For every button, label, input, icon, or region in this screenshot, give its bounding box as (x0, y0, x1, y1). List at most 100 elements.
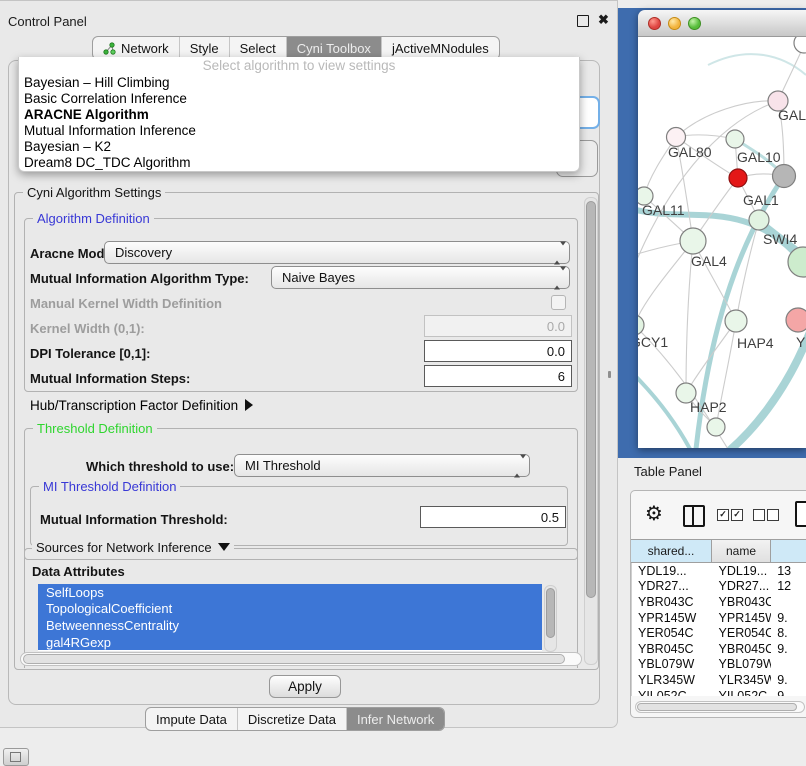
deselect-all-icon[interactable] (767, 509, 779, 521)
table-row[interactable]: YER054CYER054C8. (632, 625, 806, 641)
float-window-icon[interactable] (577, 15, 589, 27)
node-salmon[interactable] (786, 308, 806, 332)
tab-jactivemnodules[interactable]: jActiveMNodules (381, 37, 499, 59)
dpi-tolerance-label: DPI Tolerance [0,1]: (30, 346, 150, 361)
table-cell: YDR27... (713, 579, 772, 593)
close-traffic-light-icon[interactable] (648, 17, 661, 30)
mi-type-combo[interactable]: Naive Bayes (271, 266, 570, 289)
combo-spinner-icon (554, 245, 561, 260)
tab-style[interactable]: Style (179, 37, 229, 59)
node-gcy1[interactable] (638, 315, 644, 335)
manual-kernel-checkbox[interactable] (551, 295, 566, 310)
node-hap4[interactable] (725, 310, 747, 332)
column-header-shared-name[interactable]: shared... (631, 540, 712, 562)
zoom-traffic-light-icon[interactable] (688, 17, 701, 30)
settings-hscrollbar-thumb[interactable] (23, 654, 565, 664)
show-columns-icon[interactable] (683, 505, 705, 527)
tab-infer-network[interactable]: Infer Network (346, 708, 444, 730)
splitter-handle[interactable] (608, 371, 611, 378)
attributes-scrollbar-thumb[interactable] (546, 588, 555, 638)
node-gal4[interactable] (680, 228, 706, 254)
table-mode-gear-icon[interactable]: ⚙ (645, 501, 663, 525)
settings-scrollbar-thumb[interactable] (586, 201, 596, 598)
table-hscrollbar-thumb[interactable] (637, 703, 797, 711)
table-cell: YBR043C (632, 595, 713, 609)
aracne-mode-combo[interactable]: Discovery (104, 241, 570, 264)
mi-threshold-field[interactable]: 0.5 (420, 506, 566, 528)
threshold-definition-title: Threshold Definition (33, 421, 157, 436)
hub-definition-toggle[interactable]: Hub/Transcription Factor Definition (30, 398, 253, 413)
sources-group-title[interactable]: Sources for Network Inference (32, 540, 234, 555)
table-cell: 9. (771, 642, 806, 656)
column-header-name[interactable]: name (712, 540, 771, 562)
attribute-item-selected[interactable]: gal4RGexp (38, 634, 542, 651)
dropdown-item[interactable]: Basic Correlation Inference (19, 91, 579, 107)
table-row[interactable]: YBL079WYBL079W (632, 657, 806, 673)
node-gal4-label: GAL4 (691, 253, 727, 269)
table-cell: YBR043C (713, 595, 772, 609)
tab-select[interactable]: Select (229, 37, 286, 59)
node-gcy1-label: GCY1 (638, 334, 668, 350)
attributes-scrollbar[interactable] (544, 585, 557, 652)
dropdown-item[interactable]: Bayesian – K2 (19, 139, 579, 155)
panel-icon (10, 752, 21, 762)
mi-steps-field[interactable]: 6 (424, 365, 572, 387)
table-row[interactable]: YIL052CYIL052C9 (632, 688, 806, 696)
node-gal10[interactable] (726, 130, 744, 148)
settings-scrollbar[interactable] (584, 197, 598, 665)
dropdown-item[interactable]: Dream8 DC_TDC Algorithm (19, 155, 579, 171)
settings-hscrollbar[interactable] (20, 652, 582, 666)
tab-network-label: Network (121, 41, 169, 56)
column-header-partial[interactable] (771, 540, 806, 562)
table-cell: YDR27... (632, 579, 713, 593)
network-view-window: GALGAL80GAL10GAL1GAL11SWI4GAL4GCY1HAP4YH… (638, 10, 806, 448)
table-cell: YIL052C (632, 689, 713, 696)
minimized-panel-button[interactable] (3, 748, 29, 766)
tab-network[interactable]: Network (93, 37, 179, 59)
table-row[interactable]: YBR043CYBR043C (632, 594, 806, 610)
new-table-icon[interactable] (795, 501, 806, 527)
dropdown-placeholder: Select algorithm to view settings (19, 57, 579, 75)
table-row[interactable]: YPR145WYPR145W9. (632, 610, 806, 626)
table-row[interactable]: YBR045CYBR045C9. (632, 641, 806, 657)
which-threshold-combo[interactable]: MI Threshold (234, 454, 530, 477)
kernel-width-field[interactable]: 0.0 (424, 315, 572, 337)
node-gal11-label: GAL11 (642, 202, 685, 218)
attribute-item-selected[interactable]: TopologicalCoefficient (38, 601, 542, 618)
node-bottom-partial[interactable] (707, 418, 725, 436)
table-row[interactable]: YDR27...YDR27...12 (632, 579, 806, 595)
node-gal1-label: GAL1 (743, 192, 779, 208)
dpi-tolerance-field[interactable]: 0.0 (424, 340, 572, 362)
select-all-icon[interactable]: ✓ (717, 509, 729, 521)
attribute-item-selected[interactable]: BetweennessCentrality (38, 617, 542, 634)
tab-impute-data[interactable]: Impute Data (146, 708, 237, 730)
table-header-row: shared... name (631, 539, 806, 563)
network-window-titlebar[interactable] (638, 10, 806, 37)
dropdown-item[interactable]: Bayesian – Hill Climbing (19, 75, 579, 91)
node-hap4-label: HAP4 (737, 335, 774, 351)
table-hscrollbar[interactable] (635, 701, 805, 713)
table-row[interactable]: YDL19...YDL19...13 (632, 563, 806, 579)
tab-discretize-data[interactable]: Discretize Data (237, 708, 346, 730)
table-cell: YPR145W (713, 611, 772, 625)
node-top-partial[interactable] (794, 37, 806, 53)
close-icon[interactable]: ✖ (598, 12, 609, 28)
tab-cyni-toolbox[interactable]: Cyni Toolbox (286, 37, 381, 59)
dropdown-item[interactable]: ARACNE Algorithm (19, 107, 579, 123)
cyni-bottom-tabbar: Impute Data Discretize Data Infer Networ… (145, 707, 445, 731)
minimize-traffic-light-icon[interactable] (668, 17, 681, 30)
table-cell: YLR345W (713, 673, 772, 687)
apply-button[interactable]: Apply (269, 675, 341, 698)
attribute-item-selected[interactable]: SelfLoops (38, 584, 542, 601)
node-swi4[interactable] (749, 210, 769, 230)
table-cell: 9. (771, 673, 806, 687)
deselect-all-icon[interactable] (753, 509, 765, 521)
network-canvas[interactable]: GALGAL80GAL10GAL1GAL11SWI4GAL4GCY1HAP4YH… (638, 37, 806, 448)
dropdown-item[interactable]: Mutual Information Inference (19, 123, 579, 139)
control-panel-title: Control Panel (8, 14, 87, 29)
table-row[interactable]: YLR345WYLR345W9. (632, 672, 806, 688)
select-all-icon[interactable]: ✓ (731, 509, 743, 521)
table-cell: 9 (771, 689, 806, 696)
node-gal1[interactable] (729, 169, 747, 187)
node-gray[interactable] (773, 165, 796, 188)
